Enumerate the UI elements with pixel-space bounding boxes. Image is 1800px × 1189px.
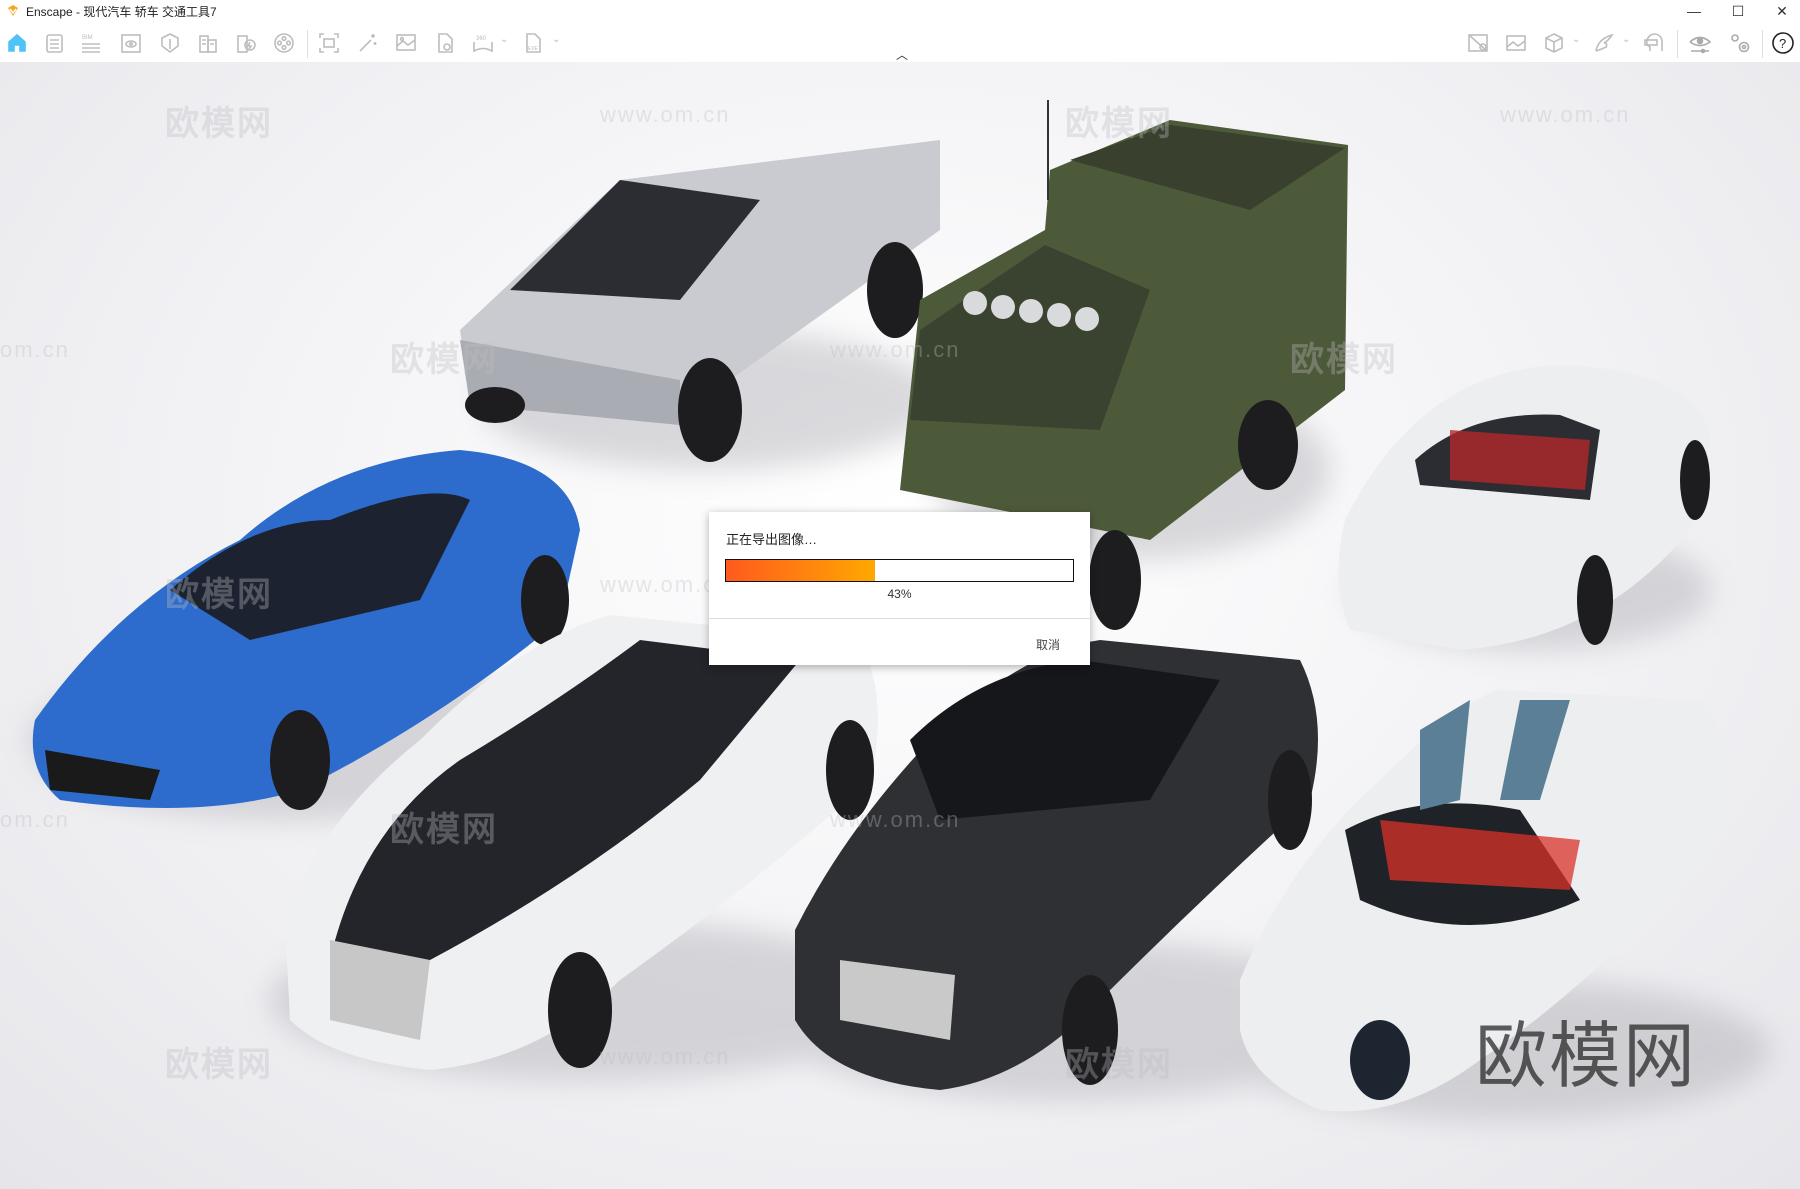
watermark-url: om.cn [0,337,70,362]
watermark-url: www.om.cn [1500,102,1631,127]
watermark-logo: 欧模网 [1065,105,1173,143]
view-icon[interactable] [118,30,144,56]
watermark-logo: 欧模网 [165,576,273,614]
watermark-logo: 欧模网 [1290,341,1398,379]
watermark-logo: 欧模网 [165,105,273,143]
notes-icon[interactable] [42,30,68,56]
bim-icon[interactable]: BIM [78,30,104,56]
watermark-logo: 欧模网 [390,811,498,849]
export-file-icon[interactable] [432,30,458,56]
watermark-url: www.om.cn [830,807,961,832]
material-icon[interactable] [157,30,183,56]
export-progress-bar [725,559,1074,582]
export-status-message: 正在导出图像… [726,532,818,547]
dialog-divider [709,618,1090,619]
image-icon[interactable] [393,30,419,56]
exe-export-icon[interactable]: EXE [520,30,546,56]
building-icon[interactable] [195,30,221,56]
progress-percent: 43% [887,587,912,601]
collapse-toolbar-chevron-up-icon[interactable]: ︿ [893,46,911,62]
home-icon[interactable] [4,30,30,56]
progress-fill [726,560,876,581]
cancel-button[interactable]: 取消 [1036,636,1060,653]
minimize-button[interactable]: — [1674,0,1714,22]
bim-label: BIM [82,35,93,41]
watermark-url: www.om.cn [830,337,961,362]
help-icon[interactable]: ? [1770,30,1796,56]
watermark-logo-large: 欧模网 [1475,1017,1698,1097]
toolbar-separator [1762,30,1763,58]
video-reel-icon[interactable] [271,30,297,56]
magic-wand-icon[interactable] [354,30,380,56]
chevron-down-icon[interactable]: ⌄ [552,34,564,50]
chevron-down-icon[interactable]: ⌄ [500,34,512,50]
wings-icon[interactable] [1591,30,1617,56]
building-energy-icon[interactable] [233,30,259,56]
asset-cube-icon[interactable] [1541,30,1567,56]
chevron-down-icon[interactable]: ⌄ [1572,34,1584,50]
watermark-logo: 欧模网 [1065,1046,1173,1084]
visual-settings-icon[interactable] [1687,30,1713,56]
title-bar: Enscape - 现代汽车 轿车 交通工具7 — ☐ ✕ [0,0,1800,22]
watermark-url: om.cn [0,807,70,832]
settings-icon[interactable] [1727,30,1753,56]
enscape-logo-icon [8,5,18,16]
toolbar-separator [1677,30,1678,58]
image-settings-icon[interactable] [1503,30,1529,56]
watermark-url: www.om.cn [600,102,731,127]
export-progress-dialog: 正在导出图像… 43% 取消 [709,512,1090,665]
help-label: ? [1779,36,1786,51]
maximize-button[interactable]: ☐ [1718,0,1758,22]
panorama-label: 360 [476,36,487,42]
panorama-360-icon[interactable]: 360 [470,30,496,56]
window-title: Enscape - 现代汽车 轿车 交通工具7 [26,4,217,19]
screenshot-icon[interactable] [316,30,342,56]
vr-headset-icon[interactable] [1641,30,1667,56]
toolbar-separator [307,30,308,58]
watermark-logo: 欧模网 [390,341,498,379]
close-button[interactable]: ✕ [1762,0,1800,22]
watermark-url: www.om.cn [600,1044,731,1069]
exe-label: EXE [528,46,539,52]
watermark-logo: 欧模网 [165,1046,273,1084]
chevron-down-icon[interactable]: ⌄ [1622,34,1634,50]
site-map-icon[interactable] [1465,30,1491,56]
